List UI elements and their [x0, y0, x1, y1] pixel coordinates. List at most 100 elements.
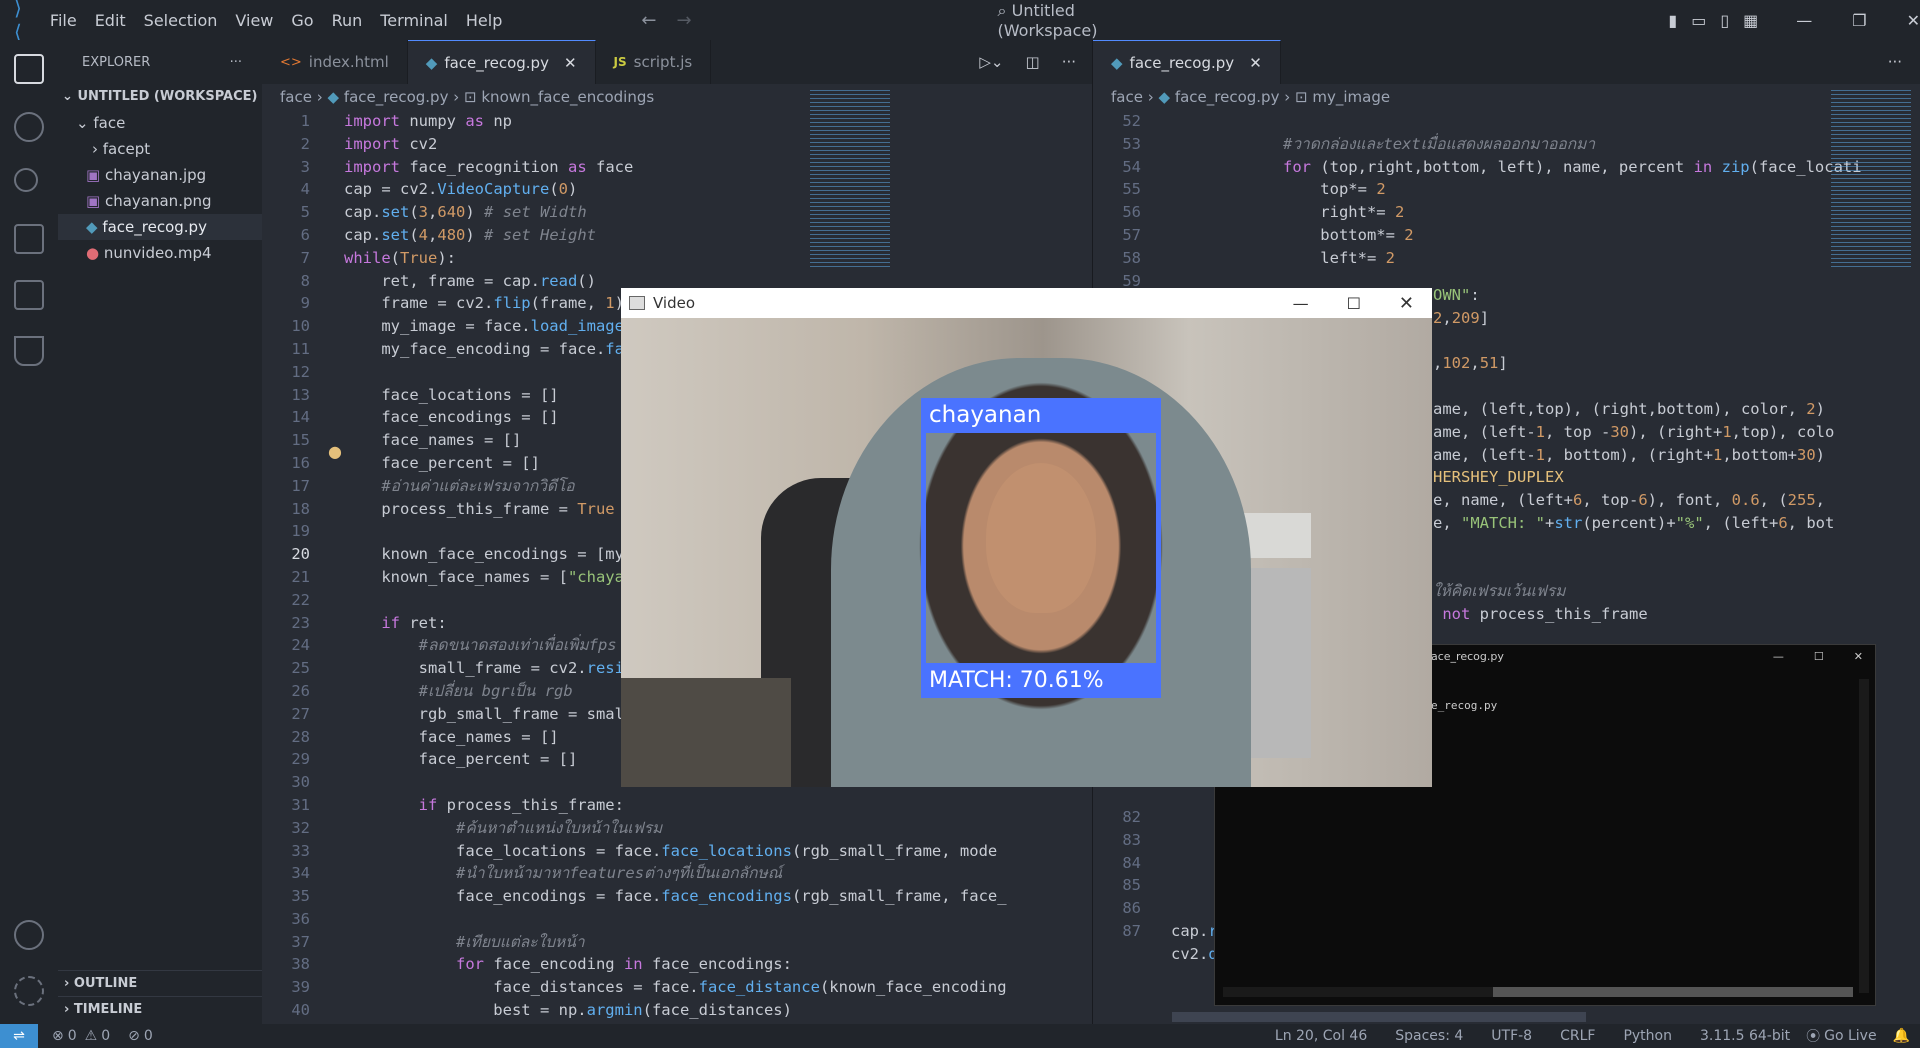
minimize-icon[interactable]: —	[1796, 11, 1812, 30]
warnings-icon[interactable]: ⚠	[85, 1028, 98, 1044]
encoding[interactable]: UTF-8	[1491, 1028, 1532, 1044]
tab-script-js[interactable]: JS script.js	[596, 40, 712, 84]
folder-face[interactable]: ⌄ face	[58, 110, 262, 136]
menu-go[interactable]: Go	[282, 11, 322, 30]
python-interpreter[interactable]: 3.11.5 64-bit	[1700, 1028, 1790, 1044]
explorer-sidebar: EXPLORER ··· ⌄ UNTITLED (WORKSPACE) ⌄ fa…	[58, 40, 262, 1024]
close-icon[interactable]: ✕	[1907, 11, 1920, 30]
close-icon[interactable]: ✕	[1399, 293, 1414, 314]
video-window[interactable]: Video — ☐ ✕ chayanan MATCH: 70.61%	[621, 288, 1432, 787]
menu-terminal[interactable]: Terminal	[371, 11, 457, 30]
more-actions-icon[interactable]: ···	[230, 55, 242, 70]
breadcrumb-item[interactable]: face	[280, 88, 312, 106]
close-tab-icon[interactable]: ✕	[564, 54, 577, 72]
tab-face-recog-py-right[interactable]: ◆ face_recog.py ✕	[1093, 40, 1281, 84]
run-python-icon[interactable]: ▷⌄	[979, 53, 1003, 71]
image-file-icon: ▣	[86, 166, 101, 184]
errors-icon[interactable]: ⊗	[52, 1028, 64, 1044]
vscode-logo-icon: ⟩⟨	[14, 0, 22, 44]
js-file-icon: JS	[613, 55, 627, 69]
line-ending[interactable]: CRLF	[1560, 1028, 1595, 1044]
tab-face-recog-py[interactable]: ◆ face_recog.py ✕	[407, 40, 596, 84]
maximize-icon[interactable]: ☐	[1347, 294, 1361, 313]
tab-label: script.js	[633, 53, 693, 71]
cursor-position[interactable]: Ln 20, Col 46	[1275, 1028, 1367, 1044]
webcam-frame: chayanan MATCH: 70.61%	[621, 318, 1432, 787]
line-numbers-right-lower: 82 83 84 85 86 87	[1122, 808, 1141, 940]
workspace-label: UNTITLED (WORKSPACE)	[77, 89, 258, 104]
extensions-icon[interactable]	[14, 280, 44, 310]
more-actions-icon[interactable]: ···	[1062, 53, 1076, 71]
close-tab-icon[interactable]: ✕	[1249, 54, 1262, 72]
menu-run[interactable]: Run	[323, 11, 372, 30]
console-title: ace_recog.py	[1431, 649, 1504, 663]
tab-label: face_recog.py	[444, 53, 549, 72]
tree-item-face-recog-py[interactable]: ◆ face_recog.py	[58, 214, 262, 240]
settings-gear-icon[interactable]	[14, 976, 44, 1006]
back-arrow-icon[interactable]: ←	[641, 10, 656, 31]
menu-view[interactable]: View	[226, 11, 282, 30]
breadcrumb: face › ◆ face_recog.py › ⊡ known_face_en…	[262, 84, 1092, 110]
source-control-icon[interactable]	[14, 168, 38, 192]
tree-item-chayanan-jpg[interactable]: ▣ chayanan.jpg	[58, 162, 262, 188]
menu-edit[interactable]: Edit	[86, 11, 135, 30]
tab-index-html[interactable]: <> index.html	[262, 40, 408, 84]
outline-section[interactable]: › OUTLINE	[58, 970, 262, 996]
console-h-scrollbar[interactable]	[1223, 987, 1853, 997]
account-icon[interactable]	[14, 920, 44, 950]
tree-item-label: chayanan.png	[104, 192, 212, 210]
tree-item-chayanan-png[interactable]: ▣ chayanan.png	[58, 188, 262, 214]
explorer-icon[interactable]	[14, 54, 44, 84]
breadcrumb-item[interactable]: face_recog.py	[344, 88, 449, 106]
tree-item-label: face_recog.py	[102, 218, 207, 236]
minimize-icon[interactable]: —	[1293, 294, 1309, 313]
title-bar: ⟩⟨ File Edit Selection View Go Run Termi…	[0, 0, 1920, 44]
split-editor-icon[interactable]: ◫	[1026, 53, 1040, 71]
forward-arrow-icon[interactable]: →	[676, 10, 691, 31]
breadcrumb-item[interactable]: my_image	[1312, 88, 1390, 106]
notifications-bell-icon[interactable]: 🔔	[1893, 1028, 1910, 1044]
more-actions-icon[interactable]: ···	[1888, 53, 1920, 71]
menu-selection[interactable]: Selection	[135, 11, 227, 30]
minimize-icon[interactable]: —	[1773, 650, 1784, 663]
code-editor-right[interactable]: #วาดกล่องและtextเมื่อแสดงผลออกมาออกมา fo…	[1171, 110, 1911, 270]
ports-icon[interactable]: ⊘	[128, 1028, 140, 1044]
testing-icon[interactable]	[14, 336, 44, 366]
command-center[interactable]: ⌕ Untitled (Workspace)	[998, 1, 1149, 40]
run-debug-icon[interactable]	[14, 224, 44, 254]
explorer-title: EXPLORER	[82, 54, 151, 70]
layout-icons[interactable]: ▮▭▯▦	[1668, 11, 1772, 30]
tree-item-label: chayanan.jpg	[104, 166, 207, 184]
ports-count[interactable]: 0	[144, 1028, 153, 1044]
maximize-icon[interactable]: ☐	[1814, 650, 1824, 663]
python-file-icon: ◆	[1111, 53, 1123, 72]
warnings-count[interactable]: 0	[101, 1028, 110, 1044]
close-icon[interactable]: ✕	[1854, 650, 1863, 663]
editor-h-scrollbar[interactable]	[1172, 1012, 1586, 1022]
line-numbers-right: 52 53 54 55 56 57 58 59	[1122, 112, 1141, 290]
minimap-right[interactable]	[1831, 90, 1911, 270]
go-live-button[interactable]: Go Live	[1824, 1028, 1876, 1044]
indentation[interactable]: Spaces: 4	[1395, 1028, 1463, 1044]
code-editor-right-partial[interactable]: OWN": 2,209] ,102,51] ame, (left,top), (…	[1433, 284, 1913, 626]
console-scrollbar[interactable]	[1859, 679, 1869, 993]
menu-file[interactable]: File	[41, 11, 86, 30]
search-view-icon[interactable]	[14, 112, 44, 142]
search-icon: ⌕	[997, 0, 1007, 20]
tree-item-facept[interactable]: › facept	[58, 136, 262, 162]
lightbulb-icon[interactable]: ●	[328, 442, 342, 461]
remote-indicator[interactable]: ⇌	[0, 1024, 38, 1048]
errors-count[interactable]: 0	[68, 1028, 77, 1044]
timeline-section[interactable]: › TIMELINE	[58, 996, 262, 1022]
language-mode[interactable]: Python	[1623, 1028, 1672, 1044]
minimap[interactable]	[810, 90, 890, 270]
restore-icon[interactable]: ❐	[1852, 11, 1866, 30]
breadcrumb-item[interactable]: face_recog.py	[1175, 88, 1280, 106]
menu-help[interactable]: Help	[457, 11, 511, 30]
breadcrumb-item[interactable]: known_face_encodings	[481, 88, 654, 106]
breadcrumb-item[interactable]: face	[1111, 88, 1143, 106]
status-bar: ⇌ ⊗ 0 ⚠ 0 ⊘ 0 Ln 20, Col 46 Spaces: 4 UT…	[0, 1024, 1920, 1048]
tree-item-nunvideo[interactable]: ● nunvideo.mp4	[58, 240, 262, 266]
workspace-header[interactable]: ⌄ UNTITLED (WORKSPACE)	[58, 84, 262, 110]
video-file-icon: ●	[86, 244, 100, 262]
